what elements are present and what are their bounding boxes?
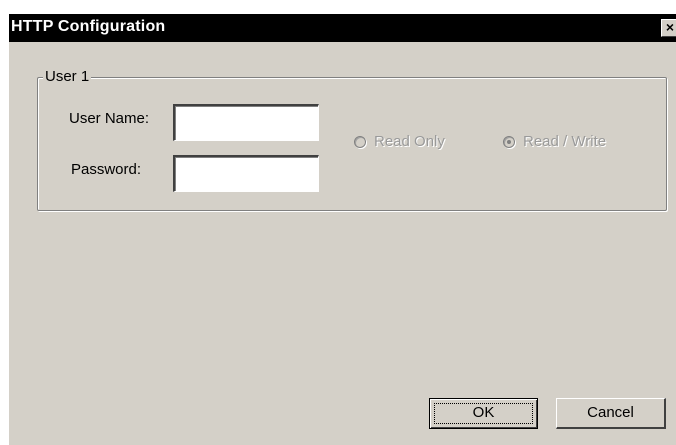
close-icon: × (665, 19, 675, 35)
read-write-radio[interactable]: Read / Write (503, 133, 606, 150)
group-label: User 1 (43, 68, 92, 85)
password-input[interactable] (173, 155, 319, 192)
close-button[interactable]: × (661, 19, 676, 37)
dialog-title: HTTP Configuration (11, 18, 166, 35)
read-only-radio[interactable]: Read Only (354, 133, 445, 150)
ok-button-label: OK (472, 404, 495, 421)
read-only-label: Read Only (374, 133, 445, 150)
read-write-label: Read / Write (523, 133, 607, 150)
title-bar[interactable]: HTTP Configuration × (9, 14, 676, 42)
cancel-button[interactable]: Cancel (556, 398, 666, 429)
radio-selected-dot (507, 139, 511, 144)
username-label: User Name: (69, 110, 150, 127)
username-input[interactable] (173, 104, 319, 141)
radio-button-icon (503, 135, 515, 148)
ok-button[interactable]: OK (429, 398, 538, 429)
radio-button-icon (354, 135, 366, 148)
cancel-button-label: Cancel (587, 404, 634, 421)
http-configuration-dialog: HTTP Configuration × User 1 User Name: P… (9, 14, 676, 445)
password-label: Password: (71, 161, 142, 178)
